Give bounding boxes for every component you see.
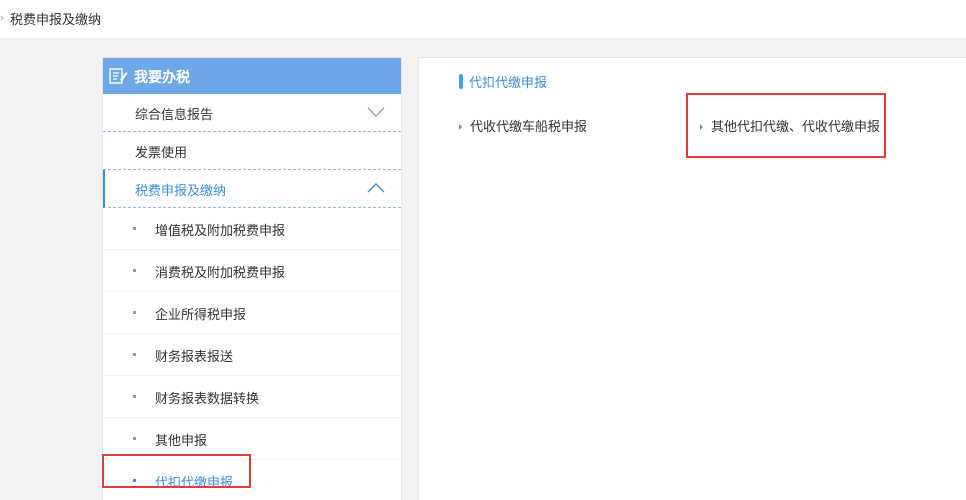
sub-item-label: 其他申报 xyxy=(155,434,208,449)
sub-item-label: 企业所得税申报 xyxy=(155,308,247,323)
menu-item-tax-filing-payment[interactable]: 税费申报及缴纳 xyxy=(103,170,401,208)
sub-item-label: 财务报表报送 xyxy=(155,350,234,365)
bullet-icon xyxy=(133,479,136,482)
menu-item-label: 税费申报及缴纳 xyxy=(135,184,227,199)
menu-item-invoice-usage[interactable]: 发票使用 xyxy=(103,132,401,170)
sub-item-label: 增值税及附加税费申报 xyxy=(155,224,286,239)
sub-item-consumption-tax-filing[interactable]: 消费税及附加税费申报 xyxy=(103,250,401,292)
chevron-down-icon[interactable] xyxy=(367,106,385,118)
edit-document-icon xyxy=(109,68,128,84)
bullet-icon xyxy=(133,437,136,440)
sidebar: 我要办税 综合信息报告 发票使用 税费申报及缴纳 增值税及附加税费申报 消费税及… xyxy=(102,57,402,500)
sub-item-withholding-filing[interactable]: 代扣代缴申报 xyxy=(103,460,401,500)
bullet-icon xyxy=(133,311,136,314)
sub-item-label: 财务报表数据转换 xyxy=(155,392,260,407)
section-marker xyxy=(459,74,463,89)
menu-item-label: 发票使用 xyxy=(135,146,188,161)
link-other-withholding[interactable]: 其他代扣代缴、代收代缴申报 xyxy=(700,116,880,135)
menu-item-comprehensive-report[interactable]: 综合信息报告 xyxy=(103,94,401,132)
chevron-up-icon[interactable] xyxy=(367,182,385,194)
bullet-icon xyxy=(133,353,136,356)
section-title: 代扣代缴申报 xyxy=(469,76,548,91)
bullet-icon xyxy=(133,395,136,398)
sub-item-corporate-income-tax[interactable]: 企业所得税申报 xyxy=(103,292,401,334)
sub-item-vat-filing[interactable]: 增值税及附加税费申报 xyxy=(103,208,401,250)
sub-item-label: 消费税及附加税费申报 xyxy=(155,266,286,281)
top-bar: › 税费申报及缴纳 xyxy=(0,0,966,38)
link-vehicle-vessel-tax[interactable]: 代收代缴车船税申报 xyxy=(459,116,587,135)
bullet-icon xyxy=(133,269,136,272)
sub-item-financial-statements[interactable]: 财务报表报送 xyxy=(103,334,401,376)
bullet-icon xyxy=(133,227,136,230)
sidebar-title: 我要办税 xyxy=(134,70,190,86)
menu-item-label: 综合信息报告 xyxy=(135,108,214,123)
caret-right-icon xyxy=(459,123,462,130)
sub-item-label: 代扣代缴申报 xyxy=(155,476,234,491)
sub-item-financial-data-conversion[interactable]: 财务报表数据转换 xyxy=(103,376,401,418)
link-label: 代收代缴车船税申报 xyxy=(470,120,588,135)
content-panel: 代扣代缴申报 代收代缴车船税申报 其他代扣代缴、代收代缴申报 xyxy=(418,57,966,500)
breadcrumb[interactable]: 税费申报及缴纳 xyxy=(10,9,101,28)
sidebar-header: 我要办税 xyxy=(103,58,401,94)
breadcrumb-separator-icon: › xyxy=(0,13,4,24)
sub-item-other-filing[interactable]: 其他申报 xyxy=(103,418,401,460)
caret-right-icon xyxy=(700,123,703,130)
link-label: 其他代扣代缴、代收代缴申报 xyxy=(711,120,881,135)
